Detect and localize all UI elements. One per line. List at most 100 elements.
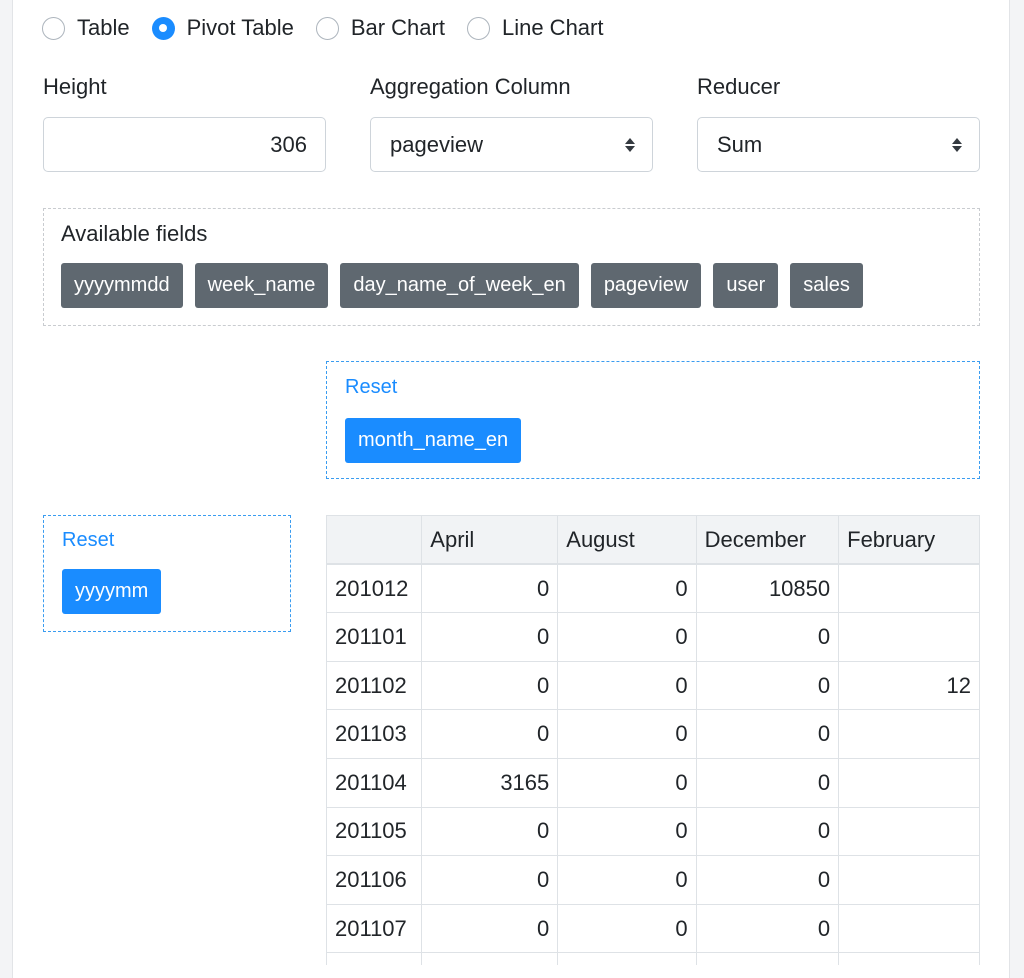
pivot-table-scroll[interactable]: April August December February 201012 0 … [326,515,980,965]
radio-table-label: Table [77,15,130,40]
aggregation-column-select[interactable]: pageview [370,117,653,172]
radio-pivot-table-label: Pivot Table [186,15,294,40]
table-row: 201107 0 0 0 [326,903,980,954]
table-cell: 12 [838,660,980,711]
table-cell [838,806,980,857]
table-cell [421,952,559,965]
row-header: 201104 [326,757,423,808]
field-chip-sales[interactable]: sales [790,263,863,308]
table-cell: 0 [421,612,559,662]
reducer-select[interactable]: Sum [697,117,980,172]
table-row: 201012 0 0 10850 [326,563,980,614]
row-fields-dropzone[interactable]: Reset yyyymm [43,515,291,632]
table-cell: 0 [421,563,559,614]
table-cell: 0 [695,757,840,808]
radio-bar-chart-indicator[interactable] [315,16,339,40]
table-cell [838,612,980,662]
row-header: 201103 [326,709,423,759]
aggregation-column-value: pageview [390,131,483,157]
table-row: 201102 0 0 0 12 [326,660,980,711]
field-chip-yyyymmdd[interactable]: yyyymmdd [61,263,183,308]
available-fields-title: Available fields [61,221,208,246]
table-cell [557,952,697,965]
reducer-label: Reducer [697,74,781,99]
pivot-col-header: February [838,515,980,566]
aggregation-column-label: Aggregation Column [370,74,571,99]
pivot-corner-header [326,515,423,566]
view-mode-radio-group: Table Pivot Table Bar Chart Line Chart [42,14,625,42]
reducer-value: Sum [717,131,763,157]
table-cell [838,903,980,954]
table-cell: 0 [695,709,840,759]
table-row: 201105 0 0 0 [326,806,980,857]
radio-table-indicator[interactable] [42,16,65,40]
radio-pivot-table[interactable]: Pivot Table [151,15,294,41]
pivot-col-header: August [557,515,697,566]
row-reset-link[interactable]: Reset [62,529,114,552]
table-cell: 0 [421,806,559,857]
table-cell [838,952,980,965]
table-row: 201106 0 0 0 [326,855,980,905]
radio-bar-chart[interactable]: Bar Chart [315,15,445,41]
height-input[interactable]: 306 [43,117,326,172]
table-cell: 0 [557,660,697,711]
table-cell: 0 [421,709,559,759]
available-fields-chips: yyyymmdd week_name day_name_of_week_en p… [61,263,875,308]
table-cell: 0 [557,709,697,759]
table-cell: 10850 [695,563,840,614]
row-header [326,952,423,965]
radio-line-chart[interactable]: Line Chart [466,15,604,41]
radio-pivot-table-indicator[interactable] [151,16,175,40]
field-chip-pageview[interactable]: pageview [590,263,702,308]
table-cell: 3165 [421,757,559,808]
table-cell: 0 [421,903,559,954]
table-cell [695,952,840,965]
row-header: 201101 [326,612,423,662]
pivot-col-header: December [695,515,840,566]
radio-bar-chart-label: Bar Chart [350,15,445,40]
select-caret-icon [952,137,962,152]
table-row: 201101 0 0 0 [326,612,980,662]
column-fields-dropzone[interactable]: Reset month_name_en [326,361,980,479]
row-header: 201012 [326,563,423,614]
pivot-table: April August December February 201012 0 … [326,515,980,965]
row-chip-yyyymm[interactable]: yyyymm [62,569,162,614]
radio-line-chart-indicator[interactable] [466,16,490,40]
table-row: 201103 0 0 0 [326,709,980,759]
row-header: 201107 [326,903,423,954]
table-cell [838,855,980,905]
table-cell: 0 [695,855,840,905]
radio-line-chart-label: Line Chart [501,15,604,40]
table-cell: 0 [695,612,840,662]
row-header: 201106 [326,855,423,905]
height-input-value: 306 [270,131,307,157]
table-cell: 0 [557,855,697,905]
table-cell [838,757,980,808]
table-cell [838,709,980,759]
table-cell: 0 [557,806,697,857]
table-cell [838,563,980,614]
table-cell: 0 [695,660,840,711]
field-chip-user[interactable]: user [713,263,779,308]
select-caret-icon [625,137,635,152]
table-cell: 0 [557,563,697,614]
table-cell: 0 [421,660,559,711]
radio-table[interactable]: Table [42,15,130,41]
table-cell: 0 [557,757,697,808]
table-row [326,952,980,965]
table-row: 201104 3165 0 0 [326,757,980,808]
table-cell: 0 [695,903,840,954]
column-chip-month-name-en[interactable]: month_name_en [345,418,522,463]
table-cell: 0 [421,855,559,905]
available-fields-dropzone[interactable]: Available fields yyyymmdd week_name day_… [43,208,980,326]
row-header: 201102 [326,660,423,711]
field-chip-day-name-of-week-en[interactable]: day_name_of_week_en [340,263,579,308]
column-reset-link[interactable]: Reset [345,376,397,399]
table-cell: 0 [557,903,697,954]
row-header: 201105 [326,806,423,857]
pivot-header-row: April August December February [326,515,980,566]
table-cell: 0 [557,612,697,662]
table-cell: 0 [695,806,840,857]
pivot-col-header: April [421,515,559,566]
field-chip-week-name[interactable]: week_name [194,263,329,308]
